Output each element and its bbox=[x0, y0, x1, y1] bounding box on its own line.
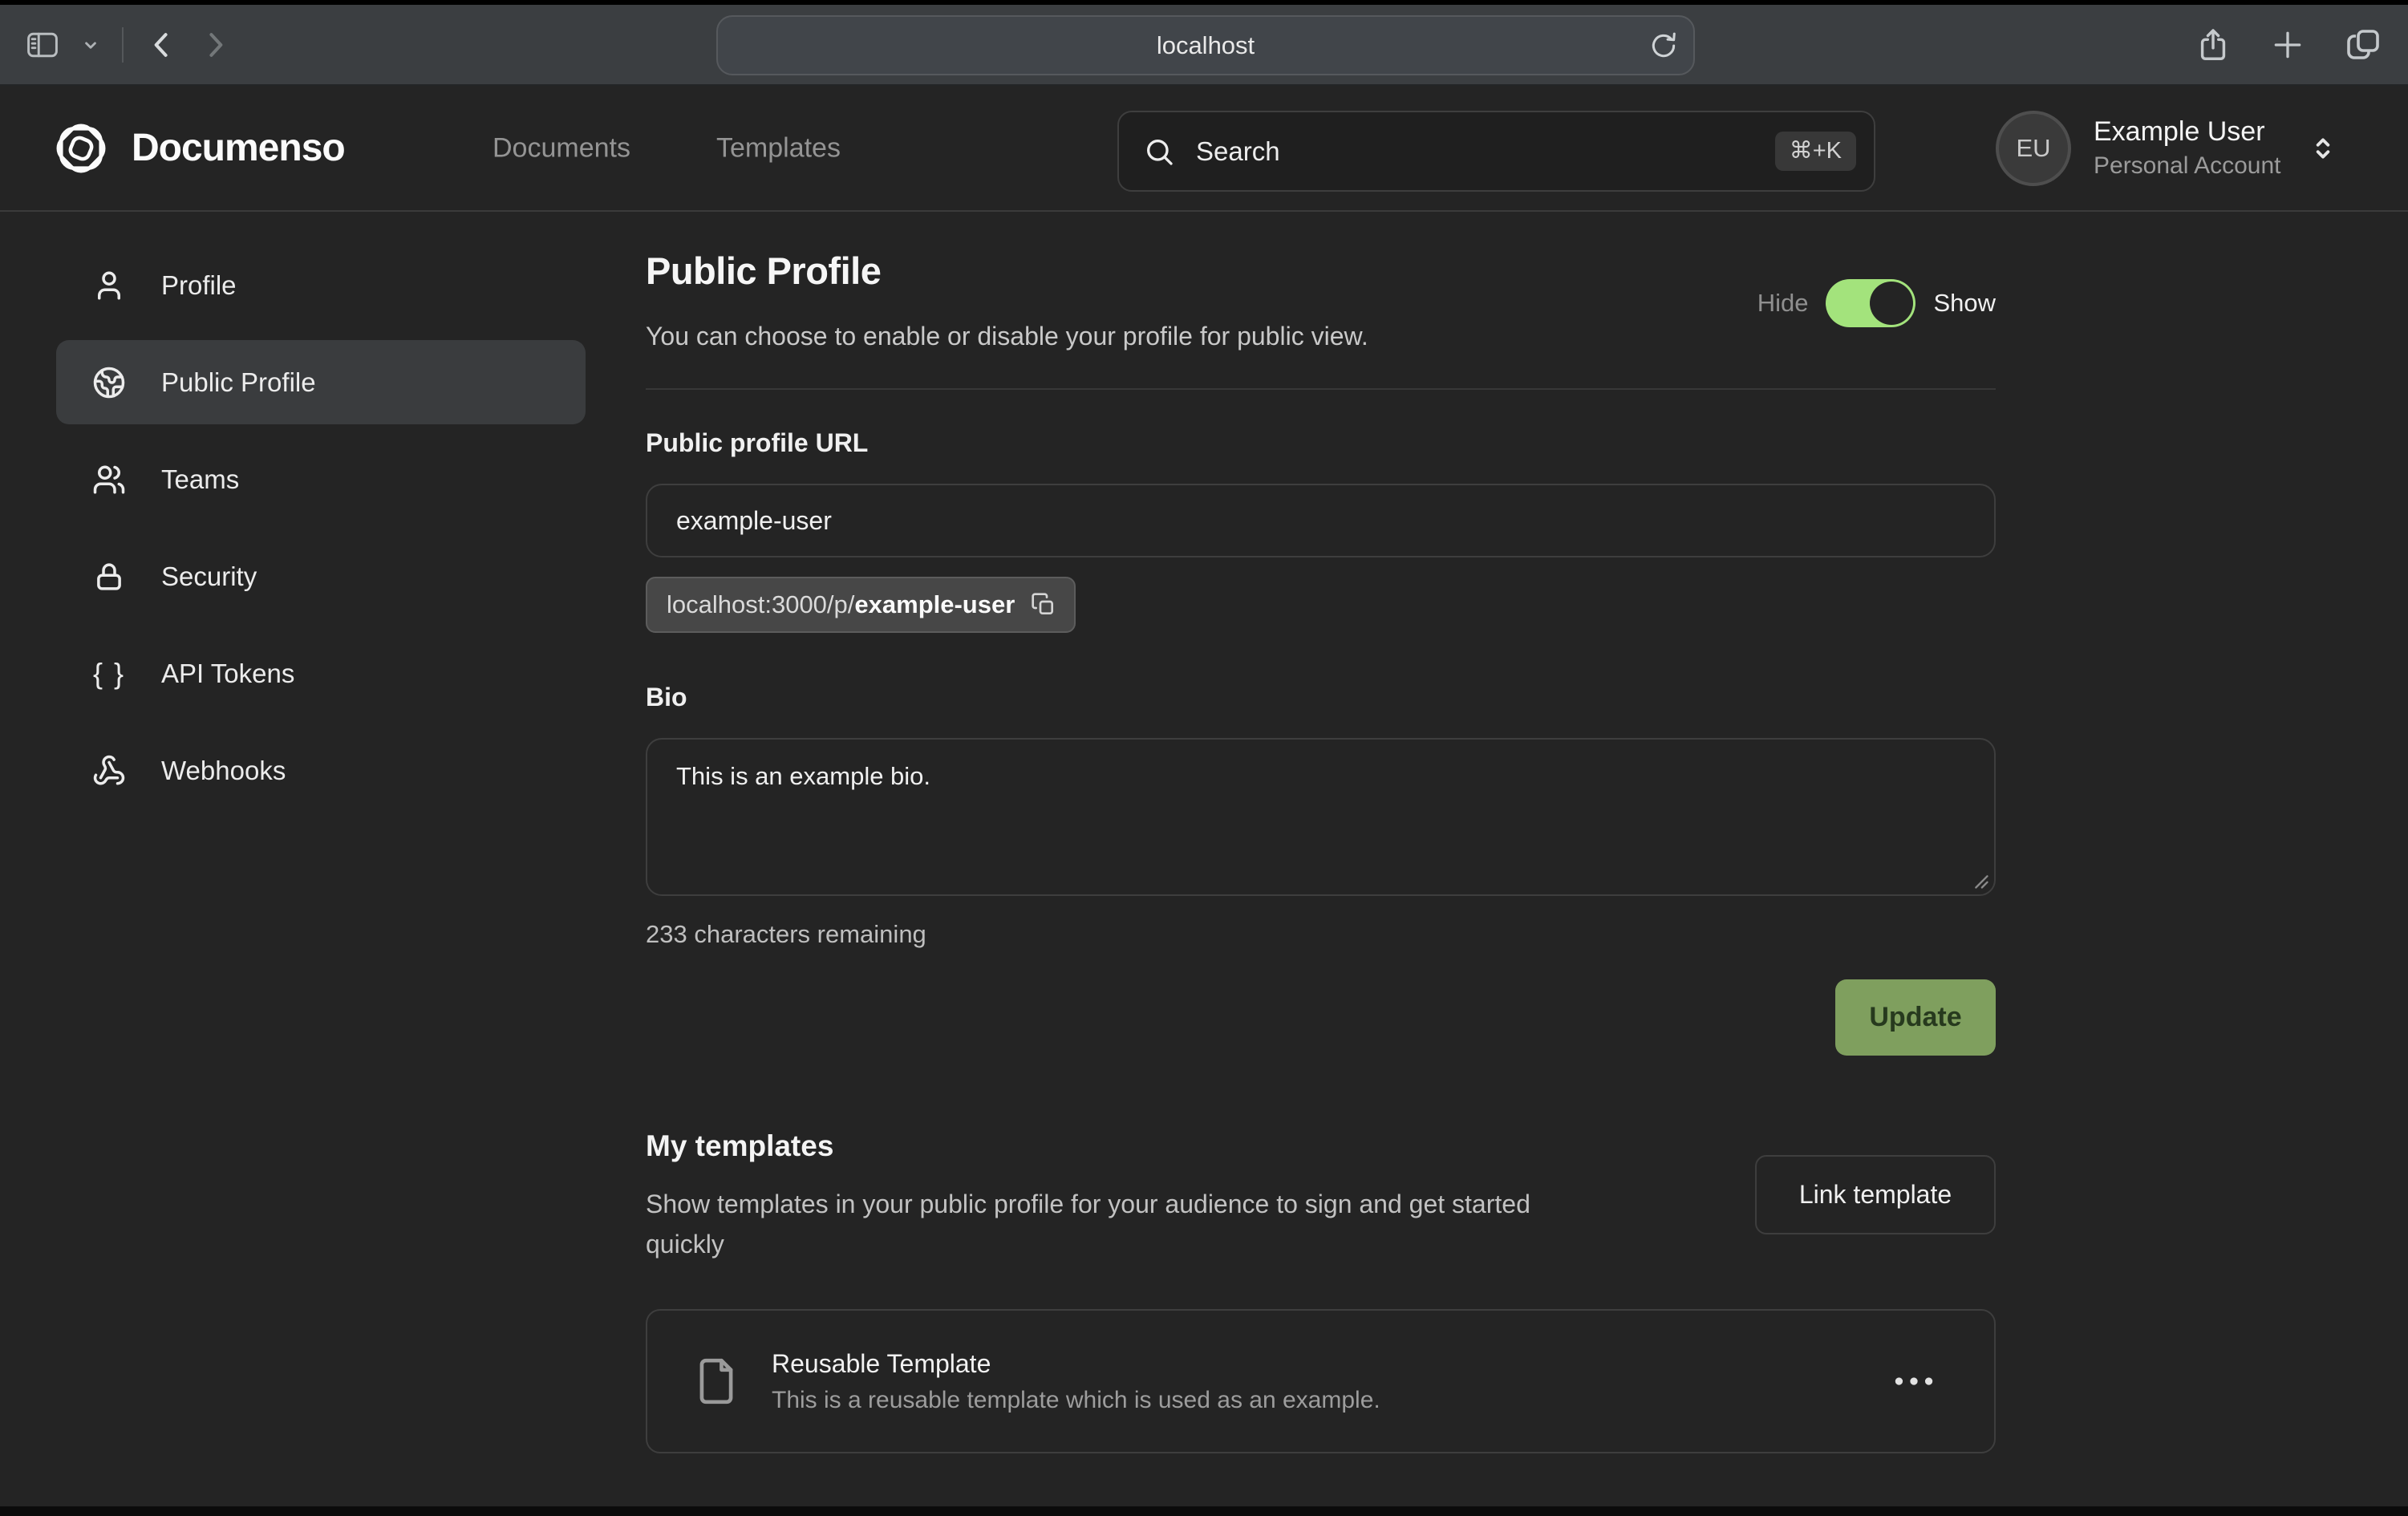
avatar: EU bbox=[1996, 111, 2071, 186]
resize-grip-icon[interactable] bbox=[1973, 874, 1989, 890]
profile-url-copy-pill[interactable]: localhost:3000/p/example-user bbox=[646, 577, 1076, 633]
toggle-show-label: Show bbox=[1933, 289, 1996, 318]
sidebar-item-profile[interactable]: Profile bbox=[56, 243, 586, 327]
brand-logo[interactable]: Documenso bbox=[50, 117, 345, 180]
template-title: Reusable Template bbox=[772, 1349, 1855, 1379]
profile-visibility-toggle-group: Hide Show bbox=[1757, 279, 1996, 327]
sidebar-item-security[interactable]: Security bbox=[56, 534, 586, 618]
share-icon[interactable] bbox=[2195, 25, 2232, 65]
copy-icon[interactable] bbox=[1031, 592, 1056, 618]
my-templates-description: Show templates in your public profile fo… bbox=[646, 1184, 1592, 1264]
sidebar-item-teams[interactable]: Teams bbox=[56, 437, 586, 521]
search-shortcut: ⌘+K bbox=[1775, 132, 1856, 171]
sidebar-item-webhooks[interactable]: Webhooks bbox=[56, 728, 586, 813]
users-icon bbox=[92, 463, 126, 497]
bio-char-counter: 233 characters remaining bbox=[646, 920, 1996, 949]
window-top-edge bbox=[0, 0, 2408, 5]
nav-templates[interactable]: Templates bbox=[716, 132, 841, 164]
bio-textarea[interactable]: This is an example bio. bbox=[646, 738, 1996, 896]
search-placeholder: Search bbox=[1196, 136, 1754, 167]
template-list-item[interactable]: Reusable Template This is a reusable tem… bbox=[646, 1309, 1996, 1453]
toolbar-chevron-down-icon[interactable] bbox=[80, 34, 101, 55]
forward-button[interactable] bbox=[197, 26, 233, 64]
refresh-icon[interactable] bbox=[1648, 30, 1679, 61]
main-content: Public Profile Hide Show You can choose … bbox=[646, 211, 1996, 1453]
link-template-button[interactable]: Link template bbox=[1755, 1155, 1996, 1234]
user-icon bbox=[92, 269, 126, 302]
chevrons-up-down-icon bbox=[2308, 131, 2338, 166]
globe-icon bbox=[92, 366, 126, 399]
lock-icon bbox=[92, 560, 126, 594]
switch-knob bbox=[1870, 282, 1913, 325]
visibility-switch[interactable] bbox=[1826, 279, 1915, 327]
address-bar[interactable]: localhost bbox=[716, 15, 1695, 75]
window-bottom-edge bbox=[0, 1506, 2408, 1516]
new-tab-icon[interactable] bbox=[2270, 27, 2305, 63]
user-account-type: Personal Account bbox=[2094, 152, 2280, 179]
back-button[interactable] bbox=[144, 26, 180, 64]
browser-toolbar: localhost bbox=[0, 5, 2408, 86]
section-divider bbox=[646, 388, 1996, 390]
bio-label: Bio bbox=[646, 683, 1996, 712]
public-profile-url-input[interactable] bbox=[646, 484, 1996, 557]
update-button[interactable]: Update bbox=[1835, 979, 1996, 1056]
search-input[interactable]: Search ⌘+K bbox=[1117, 111, 1875, 192]
sidebar-item-public-profile[interactable]: Public Profile bbox=[56, 340, 586, 424]
braces-icon: { } bbox=[92, 659, 126, 688]
brand-name: Documenso bbox=[132, 126, 345, 170]
template-description: This is a reusable template which is use… bbox=[772, 1387, 1855, 1414]
documenso-logo-icon bbox=[50, 117, 112, 180]
user-menu[interactable]: EU Example User Personal Account bbox=[1996, 111, 2338, 186]
tab-overview-icon[interactable] bbox=[2344, 26, 2382, 64]
webhook-icon bbox=[92, 754, 126, 788]
sidebar-toggle-icon[interactable] bbox=[22, 27, 63, 63]
app-header: Documenso Documents Templates Search ⌘+K… bbox=[0, 86, 2408, 212]
profile-url-text: localhost:3000/p/example-user bbox=[667, 590, 1015, 619]
public-profile-url-label: Public profile URL bbox=[646, 428, 1996, 458]
settings-sidebar: Profile Public Profile Teams Sec bbox=[56, 243, 586, 813]
search-icon bbox=[1143, 136, 1175, 168]
toggle-hide-label: Hide bbox=[1757, 289, 1809, 318]
nav-documents[interactable]: Documents bbox=[493, 132, 630, 164]
ellipsis-menu-icon[interactable] bbox=[1885, 1367, 1943, 1396]
file-icon bbox=[691, 1352, 741, 1411]
sidebar-item-api-tokens[interactable]: { } API Tokens bbox=[56, 631, 586, 715]
address-url: localhost bbox=[1157, 31, 1255, 60]
toolbar-divider bbox=[122, 27, 124, 63]
user-name: Example User bbox=[2094, 117, 2280, 147]
